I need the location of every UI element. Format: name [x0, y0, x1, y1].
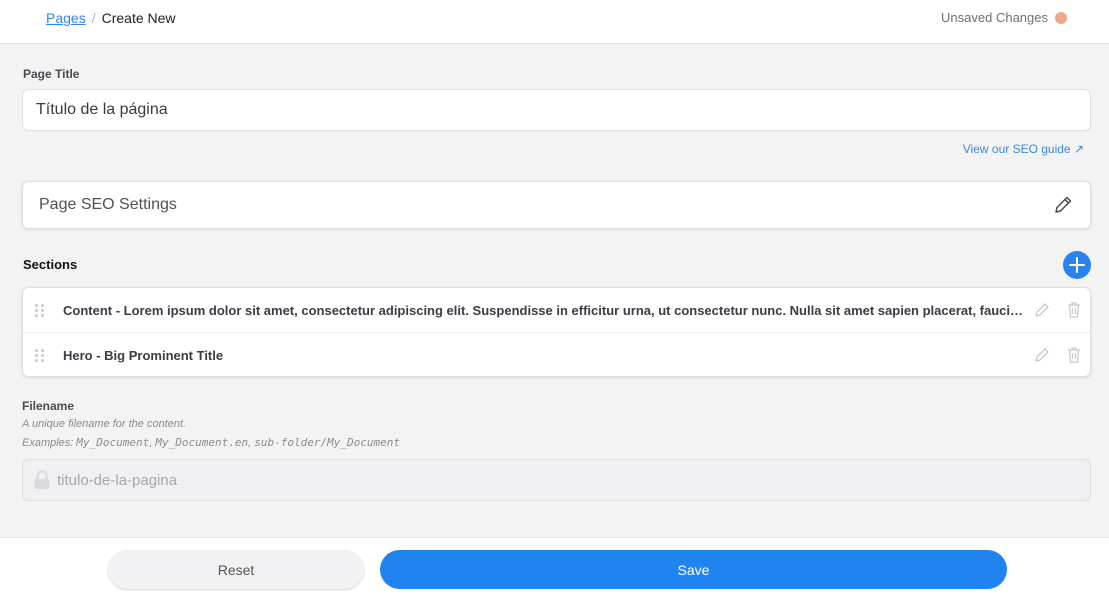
drag-handle-icon[interactable] — [35, 349, 45, 362]
page-title-label: Page Title — [23, 67, 80, 81]
filename-example: My_Document — [76, 436, 150, 449]
save-status: Unsaved Changes — [941, 10, 1067, 25]
filename-examples: Examples: My_Document, My_Document.en, s… — [22, 436, 400, 449]
breadcrumb-current: Create New — [101, 10, 176, 26]
save-status-text: Unsaved Changes — [941, 10, 1048, 25]
delete-section-trash-icon[interactable] — [1066, 346, 1082, 369]
filename-help-text: A unique filename for the content. — [22, 418, 187, 430]
breadcrumb: Pages / Create New — [46, 10, 176, 26]
add-section-button[interactable] — [1063, 251, 1091, 279]
filename-field: titulo-de-la-pagina — [22, 459, 1091, 501]
seo-settings-label: Page SEO Settings — [39, 196, 177, 213]
section-item[interactable]: Hero - Big Prominent Title — [23, 333, 1090, 376]
drag-handle-icon[interactable] — [35, 303, 45, 317]
filename-example: My_Document.en — [155, 436, 249, 449]
save-button[interactable]: Save — [380, 550, 1007, 589]
seo-guide-link[interactable]: View our SEO guide ↗ — [963, 142, 1084, 156]
edit-section-pencil-icon[interactable] — [1033, 346, 1051, 369]
pencil-icon[interactable] — [1052, 194, 1074, 216]
breadcrumb-pages-link[interactable]: Pages — [46, 10, 86, 26]
section-item[interactable]: Content - Lorem ipsum dolor sit amet, co… — [23, 288, 1090, 333]
filename-value: titulo-de-la-pagina — [57, 471, 178, 489]
edit-section-pencil-icon[interactable] — [1033, 301, 1051, 324]
section-item-label: Content - Lorem ipsum dolor sit amet, co… — [63, 302, 1025, 318]
breadcrumb-separator: / — [91, 10, 96, 26]
filename-label: Filename — [22, 399, 75, 413]
sections-list: Content - Lorem ipsum dolor sit amet, co… — [22, 287, 1091, 377]
delete-section-trash-icon[interactable] — [1066, 301, 1082, 324]
lock-icon — [33, 470, 51, 490]
top-bar: Pages / Create New Unsaved Changes — [0, 0, 1109, 44]
filename-examples-prefix: Examples: — [22, 437, 74, 449]
status-dot-icon — [1055, 11, 1067, 24]
plus-icon — [1069, 257, 1085, 273]
footer-bar: Reset Save — [0, 537, 1109, 598]
page-title-input[interactable] — [22, 89, 1091, 131]
filename-example: sub-folder/My_Document — [254, 436, 400, 449]
seo-settings-card[interactable]: Page SEO Settings — [22, 181, 1091, 229]
reset-button[interactable]: Reset — [108, 550, 364, 589]
section-item-label: Hero - Big Prominent Title — [63, 348, 224, 363]
sections-title: Sections — [23, 257, 78, 272]
